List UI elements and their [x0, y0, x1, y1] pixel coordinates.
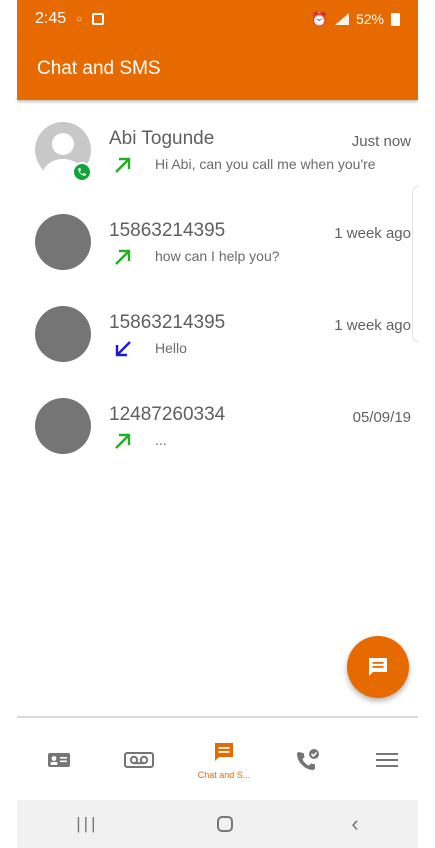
call-history-icon	[297, 749, 319, 770]
message-time: 1 week ago	[334, 317, 411, 334]
menu-icon	[376, 753, 398, 767]
battery-level: 52%	[355, 11, 384, 27]
status-time: 2:45	[35, 10, 67, 27]
notification-check-icon	[92, 13, 105, 25]
chat-icon	[369, 658, 387, 676]
nav-chat[interactable]: Chat and S...	[184, 718, 264, 802]
page-title: Chat and SMS	[37, 58, 161, 79]
battery-icon	[391, 12, 400, 26]
status-icons: ⏰ 52%	[311, 11, 400, 28]
scroll-indicator[interactable]	[412, 186, 418, 342]
new-message-button[interactable]	[347, 636, 409, 698]
bottom-navigation: Chat and S...	[17, 716, 418, 800]
phone-badge-icon	[72, 162, 92, 182]
contact-name: 15863214395	[109, 220, 226, 241]
system-navigation-bar: ||| ‹	[17, 800, 418, 848]
incoming-arrow-icon	[115, 341, 131, 357]
message-snippet: how can I help you?	[155, 248, 280, 264]
nav-contacts[interactable]	[19, 718, 99, 802]
contact-name: Abi Togunde	[109, 128, 215, 149]
nav-voicemail[interactable]	[99, 718, 179, 802]
contact-card-icon	[48, 753, 70, 767]
alarm-icon: ⏰	[310, 10, 328, 27]
conversation-item[interactable]: 15863214395 1 week ago how can I help yo…	[17, 192, 418, 284]
conversation-item[interactable]: 15863214395 1 week ago Hello	[17, 284, 418, 376]
message-time: 05/09/19	[352, 409, 411, 426]
outgoing-arrow-icon	[115, 249, 131, 265]
nav-menu[interactable]	[347, 718, 418, 802]
avatar	[35, 398, 91, 454]
app-bar: Chat and SMS	[17, 38, 418, 100]
contact-name: 15863214395	[109, 312, 226, 333]
notification-dot-icon: ○	[76, 13, 83, 25]
conversation-item[interactable]: Abi Togunde Just now Hi Abi, can you cal…	[17, 100, 418, 192]
nav-chat-label: Chat and S...	[197, 770, 251, 780]
conversation-item[interactable]: 12487260334 05/09/19 ...	[17, 376, 418, 468]
status-bar: 2:45 ○ ⏰ 52%	[17, 0, 418, 38]
chat-icon	[215, 743, 233, 761]
avatar	[35, 306, 91, 362]
nav-call-history[interactable]	[268, 718, 348, 802]
message-snippet: Hello	[155, 340, 187, 356]
contact-name: 12487260334	[109, 404, 226, 425]
app-frame: 2:45 ○ ⏰ 52% Chat and SMS Abi Togunde Ju…	[17, 0, 418, 848]
recents-icon[interactable]: |||	[76, 814, 98, 834]
voicemail-icon	[124, 752, 154, 768]
outgoing-arrow-icon	[115, 433, 131, 449]
message-time: Just now	[351, 133, 411, 150]
message-snippet: Hi Abi, can you call me when you're	[155, 156, 376, 172]
signal-icon	[334, 13, 349, 25]
avatar	[35, 214, 91, 270]
message-time: 1 week ago	[334, 225, 411, 242]
outgoing-arrow-icon	[115, 157, 131, 173]
conversation-list: Abi Togunde Just now Hi Abi, can you cal…	[17, 100, 418, 468]
message-snippet: ...	[155, 432, 167, 448]
avatar-head	[52, 133, 74, 155]
home-icon[interactable]	[216, 816, 233, 832]
back-icon[interactable]: ‹	[351, 811, 358, 837]
